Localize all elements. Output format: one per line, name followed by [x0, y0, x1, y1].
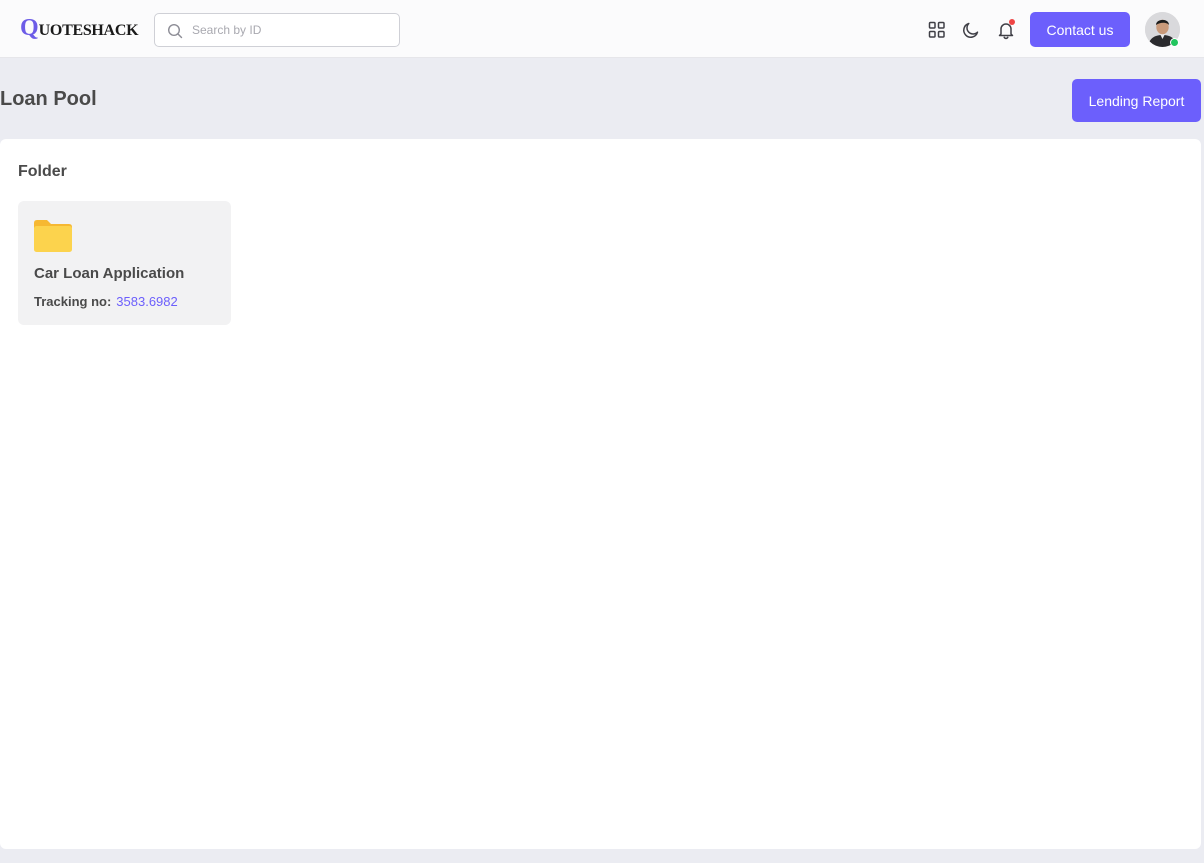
- tracking-label: Tracking no:: [34, 294, 112, 309]
- notification-dot: [1009, 19, 1015, 25]
- search-icon: [167, 23, 183, 39]
- page-title: Loan Pool: [0, 88, 97, 110]
- grid-icon: [928, 21, 945, 38]
- lending-report-button[interactable]: Lending Report: [1072, 79, 1201, 122]
- top-navbar: QUOTESHACK Contact us: [0, 0, 1204, 58]
- online-status-dot: [1170, 38, 1179, 47]
- folder-name: Car Loan Application: [34, 265, 185, 282]
- logo-initial: Q: [20, 15, 39, 41]
- folder-panel: Folder Car Loan Application Tracking no:…: [0, 139, 1201, 849]
- notifications-button[interactable]: [996, 19, 1016, 40]
- app-logo[interactable]: QUOTESHACK: [20, 15, 139, 42]
- logo-text: UOTESHACK: [38, 22, 139, 39]
- search-input[interactable]: [190, 14, 390, 46]
- search-box: [154, 13, 400, 47]
- contact-us-button[interactable]: Contact us: [1030, 12, 1130, 47]
- dark-mode-toggle[interactable]: [961, 20, 981, 40]
- grid-menu-button[interactable]: [927, 20, 947, 40]
- tracking-number[interactable]: 3583.6982: [116, 294, 177, 309]
- moon-icon: [963, 22, 979, 38]
- panel-title: Folder: [18, 163, 67, 180]
- folder-icon: [34, 220, 72, 252]
- tracking-info: Tracking no: 3583.6982: [34, 294, 178, 309]
- folder-card[interactable]: Car Loan Application Tracking no: 3583.69…: [18, 201, 231, 325]
